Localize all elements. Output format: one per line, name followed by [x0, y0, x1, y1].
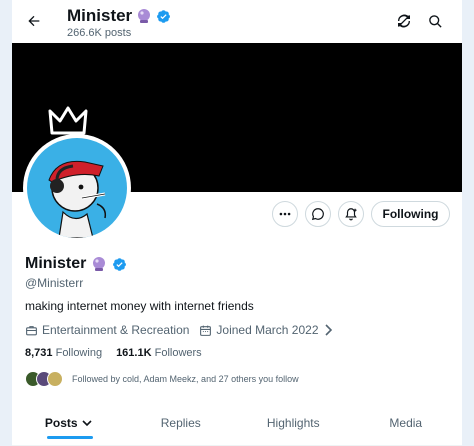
header-title: Minister [67, 6, 171, 26]
profile-meta: Entertainment & Recreation Joined March … [25, 323, 343, 337]
avatar[interactable] [23, 134, 131, 242]
chevron-right-icon [324, 324, 332, 336]
follow-counts: 8,731 Following 161.1K Followers [25, 347, 202, 359]
tab-label: Media [389, 415, 423, 430]
refresh-icon [397, 14, 411, 28]
followed-by-avatars [25, 371, 63, 387]
search-icon [428, 14, 442, 28]
category-label: Entertainment & Recreation [42, 323, 190, 337]
more-button[interactable] [272, 201, 298, 227]
following-count: 8,731 [25, 347, 53, 359]
tab-replies[interactable]: Replies [125, 400, 238, 445]
following-button[interactable]: Following [371, 201, 450, 227]
profile-bio: making internet money with internet frie… [25, 299, 254, 313]
followers-count: 161.1K [116, 347, 152, 359]
joined-date[interactable]: Joined March 2022 [199, 323, 332, 337]
active-tab-indicator [47, 436, 93, 439]
following-label: Following [55, 347, 103, 359]
message-icon [311, 208, 324, 221]
joined-label: Joined March 2022 [216, 323, 319, 337]
crystal-ball-icon [93, 257, 106, 271]
refresh-button[interactable] [392, 9, 416, 33]
followers-link[interactable]: 161.1K Followers [116, 347, 202, 359]
verified-badge-icon[interactable] [112, 257, 127, 272]
header-name: Minister [67, 6, 133, 25]
profile-handle: @Ministerr [25, 276, 84, 290]
verified-badge-icon [157, 9, 171, 23]
profile-page: Minister 266.6K posts Following Minister… [12, 0, 462, 446]
more-icon [279, 212, 291, 216]
tab-label: Posts [44, 415, 78, 430]
tab-label: Highlights [266, 415, 320, 430]
notify-button[interactable] [338, 201, 364, 227]
followed-by[interactable]: Followed by cold, Adam Meekz, and 27 oth… [25, 371, 299, 387]
category: Entertainment & Recreation [25, 323, 189, 337]
crystal-ball-icon [138, 9, 151, 23]
followers-label: Followers [154, 347, 202, 359]
message-button[interactable] [305, 201, 331, 227]
top-bar: Minister 266.6K posts [12, 0, 462, 43]
profile-tabs: Posts Replies Highlights Media [12, 400, 462, 446]
back-arrow-icon [28, 15, 40, 27]
mini-avatar [47, 371, 63, 387]
posts-count: 266.6K posts [67, 27, 132, 39]
profile-name: Minister [25, 255, 127, 273]
avatar-image [27, 138, 127, 238]
tab-media[interactable]: Media [350, 400, 463, 445]
followed-by-text: Followed by cold, Adam Meekz, and 27 oth… [72, 374, 299, 384]
tab-posts[interactable]: Posts [12, 400, 125, 445]
tab-label: Replies [160, 415, 201, 430]
calendar-icon [200, 325, 212, 336]
back-button[interactable] [20, 7, 48, 35]
chevron-down-icon [82, 419, 92, 426]
profile-name-text: Minister [25, 255, 87, 272]
tab-highlights[interactable]: Highlights [237, 400, 350, 445]
notify-icon [345, 208, 357, 221]
briefcase-icon [26, 325, 37, 335]
following-link[interactable]: 8,731 Following [25, 347, 102, 359]
search-button[interactable] [423, 9, 447, 33]
